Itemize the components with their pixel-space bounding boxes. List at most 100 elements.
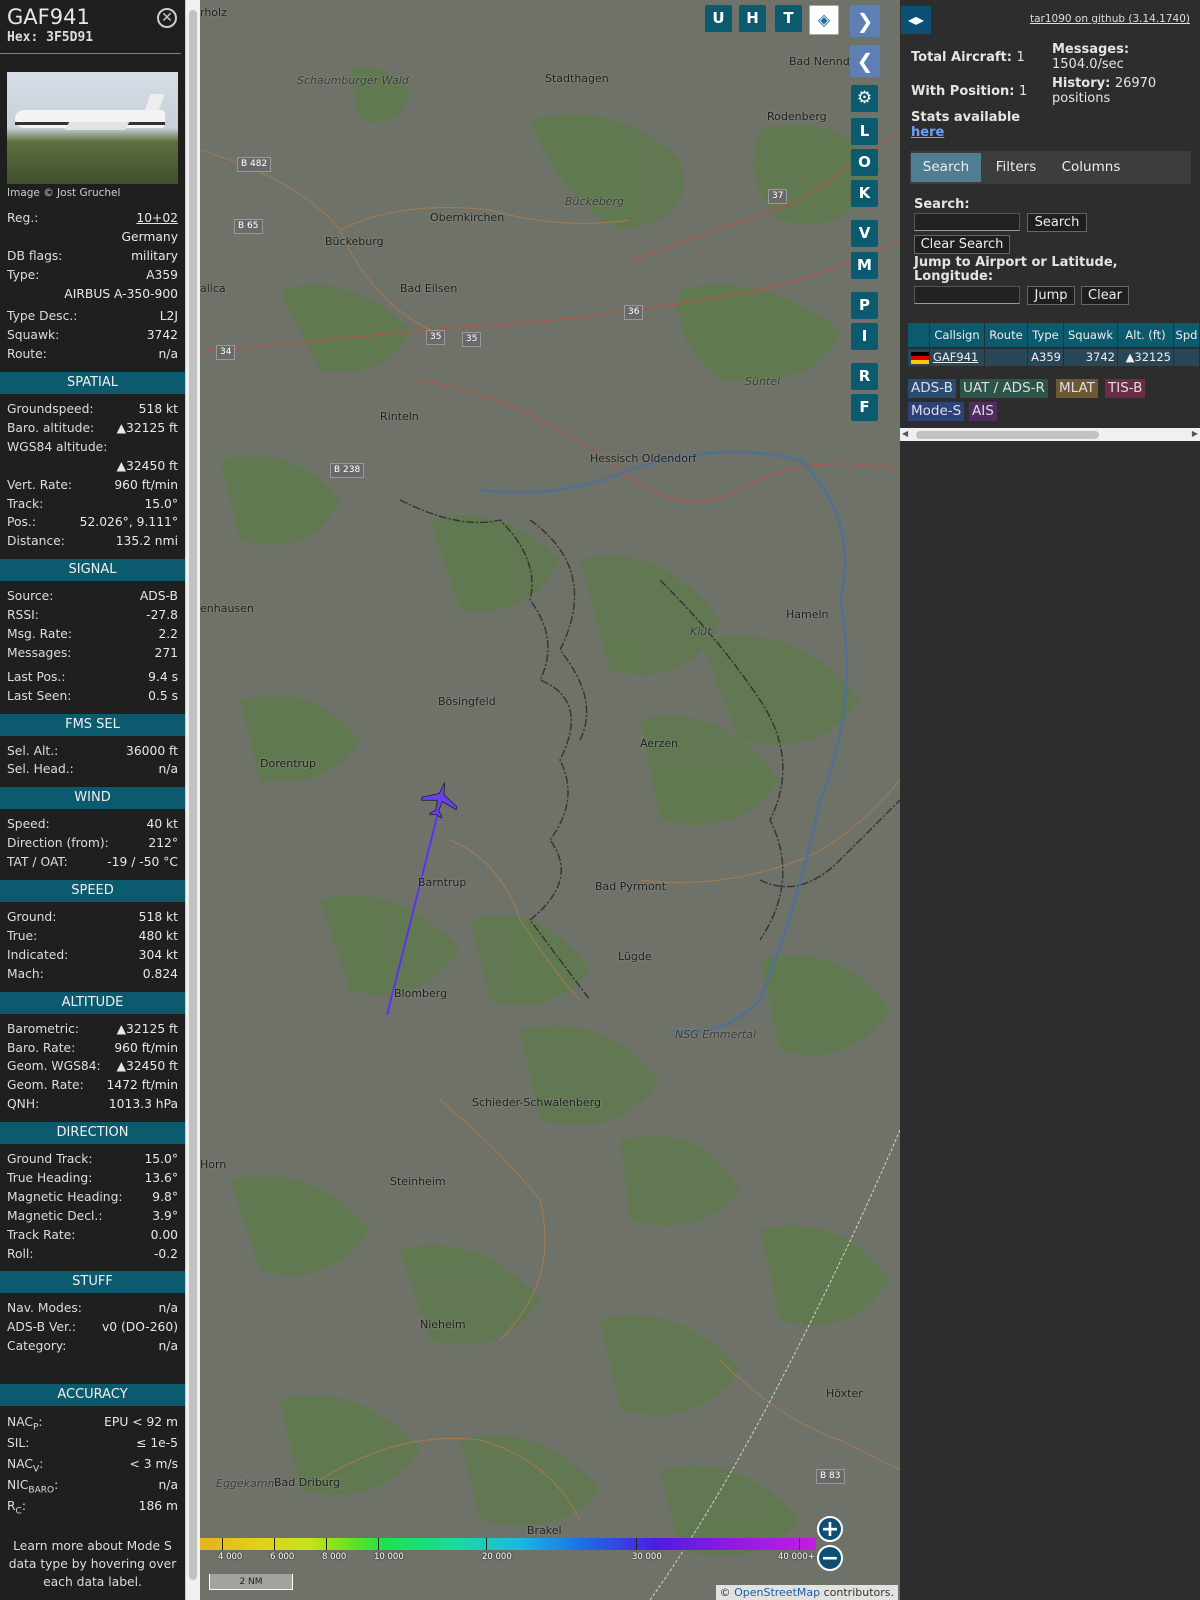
- identity-label[interactable]: Route:: [7, 345, 47, 364]
- detail-label[interactable]: Baro. altitude:: [7, 419, 94, 438]
- chip-mlat[interactable]: MLAT: [1056, 379, 1098, 398]
- clear-search-button[interactable]: Clear Search: [914, 235, 1010, 254]
- row-callsign[interactable]: GAF941: [930, 349, 985, 366]
- detail-label[interactable]: QNH:: [7, 1095, 39, 1114]
- close-icon[interactable]: ✕: [157, 8, 177, 28]
- detail-label[interactable]: Messages:: [7, 644, 71, 663]
- tab-filters[interactable]: Filters: [984, 153, 1048, 182]
- zoom-out-button[interactable]: −: [817, 1545, 843, 1571]
- detail-label[interactable]: Groundspeed:: [7, 400, 94, 419]
- detail-label[interactable]: Track Rate:: [7, 1226, 75, 1245]
- detail-label[interactable]: Geom. Rate:: [7, 1076, 84, 1095]
- table-horizontal-scrollbar[interactable]: ◀ ▶: [900, 428, 1200, 441]
- detail-label[interactable]: Source:: [7, 587, 53, 606]
- detail-label[interactable]: Track:: [7, 495, 43, 514]
- clear-button[interactable]: Clear: [1081, 286, 1129, 305]
- detail-label[interactable]: Geom. WGS84:: [7, 1057, 101, 1076]
- col-type[interactable]: Type: [1028, 323, 1064, 347]
- layers-icon[interactable]: ◈: [809, 5, 839, 35]
- map-button-r[interactable]: R: [851, 363, 878, 390]
- map-button-o[interactable]: O: [851, 149, 878, 176]
- detail-label[interactable]: True:: [7, 927, 37, 946]
- detail-label[interactable]: ADS-B Ver.:: [7, 1318, 76, 1337]
- sil-label[interactable]: SIL:: [7, 1433, 29, 1454]
- chip-adsb[interactable]: ADS-B: [908, 379, 956, 398]
- detail-label[interactable]: Indicated:: [7, 946, 68, 965]
- detail-label[interactable]: WGS84 altitude:: [7, 438, 107, 457]
- map-button-t[interactable]: T: [775, 5, 802, 32]
- settings-gear-icon[interactable]: ⚙: [851, 85, 878, 112]
- detail-label[interactable]: Nav. Modes:: [7, 1299, 82, 1318]
- tab-columns[interactable]: Columns: [1051, 153, 1131, 182]
- osm-link[interactable]: OpenStreetMap: [734, 1586, 820, 1599]
- map-button-h[interactable]: H: [739, 5, 766, 32]
- jump-input[interactable]: [914, 286, 1020, 304]
- detail-label[interactable]: Baro. Rate:: [7, 1039, 75, 1058]
- detail-label[interactable]: Direction (from):: [7, 834, 109, 853]
- identity-label[interactable]: Type:: [7, 266, 39, 285]
- stats-here-link[interactable]: here: [911, 125, 944, 140]
- detail-label[interactable]: RSSI:: [7, 606, 39, 625]
- map-button-u[interactable]: U: [705, 5, 732, 32]
- detail-label[interactable]: Mach:: [7, 965, 44, 984]
- detail-label[interactable]: Magnetic Decl.:: [7, 1207, 102, 1226]
- info-scrollbar[interactable]: [185, 0, 200, 1600]
- map-button-f[interactable]: F: [851, 394, 878, 421]
- collapse-sidebar-button[interactable]: ❮: [850, 45, 880, 77]
- toggle-panel-icon[interactable]: ◂▸: [901, 6, 931, 34]
- detail-label[interactable]: Msg. Rate:: [7, 625, 72, 644]
- map-button-l[interactable]: L: [851, 118, 878, 145]
- detail-label[interactable]: Sel. Alt.:: [7, 742, 58, 761]
- detail-label[interactable]: Ground:: [7, 908, 56, 927]
- nacv-label[interactable]: NACV:: [7, 1454, 43, 1475]
- map-button-m[interactable]: M: [851, 252, 878, 279]
- identity-label[interactable]: Reg.:: [7, 209, 38, 228]
- detail-label[interactable]: Vert. Rate:: [7, 476, 72, 495]
- zoom-in-button[interactable]: +: [817, 1516, 843, 1542]
- nacp-label[interactable]: NACP:: [7, 1412, 43, 1433]
- identity-label[interactable]: DB flags:: [7, 247, 62, 266]
- detail-label[interactable]: Barometric:: [7, 1020, 79, 1039]
- col-speed[interactable]: Spd: [1174, 323, 1200, 347]
- detail-label[interactable]: Roll:: [7, 1245, 34, 1264]
- github-link[interactable]: tar1090 on github (3.14.1740): [1030, 13, 1190, 25]
- section-stuff: STUFF: [0, 1271, 185, 1294]
- detail-label[interactable]: TAT / OAT:: [7, 853, 68, 872]
- col-altitude[interactable]: Alt. (ft): [1118, 323, 1174, 347]
- map-button-k[interactable]: K: [851, 180, 878, 207]
- detail-label[interactable]: Pos.:: [7, 513, 36, 532]
- identity-label[interactable]: Squawk:: [7, 326, 59, 345]
- detail-label[interactable]: Speed:: [7, 815, 50, 834]
- detail-label[interactable]: True Heading:: [7, 1169, 92, 1188]
- map-button-v[interactable]: V: [851, 220, 878, 247]
- search-button[interactable]: Search: [1027, 213, 1087, 232]
- chip-modes[interactable]: Mode-S: [908, 402, 965, 421]
- chip-ais[interactable]: AIS: [969, 402, 997, 421]
- identity-label[interactable]: Type Desc.:: [7, 307, 77, 326]
- col-route[interactable]: Route: [985, 323, 1028, 347]
- detail-label[interactable]: Last Seen:: [7, 687, 71, 706]
- col-callsign[interactable]: Callsign: [930, 323, 985, 347]
- expand-sidebar-button[interactable]: ❯: [850, 5, 880, 37]
- chip-tisb[interactable]: TIS-B: [1105, 379, 1146, 398]
- rc-label[interactable]: RC:: [7, 1496, 26, 1517]
- tab-search[interactable]: Search: [911, 153, 981, 182]
- col-flag[interactable]: [908, 323, 930, 347]
- jump-button[interactable]: Jump: [1027, 286, 1075, 305]
- detail-label[interactable]: Distance:: [7, 532, 65, 551]
- map-button-p[interactable]: P: [851, 292, 878, 319]
- detail-label[interactable]: Last Pos.:: [7, 668, 65, 687]
- aircraft-photo[interactable]: [7, 72, 178, 184]
- aircraft-icon[interactable]: [418, 778, 462, 821]
- search-input[interactable]: [914, 213, 1020, 231]
- detail-row: True: 480 kt: [7, 927, 178, 946]
- detail-label[interactable]: Ground Track:: [7, 1150, 92, 1169]
- nicbaro-label[interactable]: NICBARO:: [7, 1475, 58, 1496]
- map-view[interactable]: Schaumburger Wald Stadthagen Bad Nenndorf R…: [200, 0, 900, 1600]
- detail-label[interactable]: Magnetic Heading:: [7, 1188, 123, 1207]
- col-squawk[interactable]: Squawk: [1064, 323, 1118, 347]
- detail-label[interactable]: Sel. Head.:: [7, 760, 74, 779]
- map-button-i[interactable]: I: [851, 323, 878, 350]
- detail-label[interactable]: Category:: [7, 1337, 66, 1356]
- chip-uat[interactable]: UAT / ADS-R: [960, 379, 1048, 398]
